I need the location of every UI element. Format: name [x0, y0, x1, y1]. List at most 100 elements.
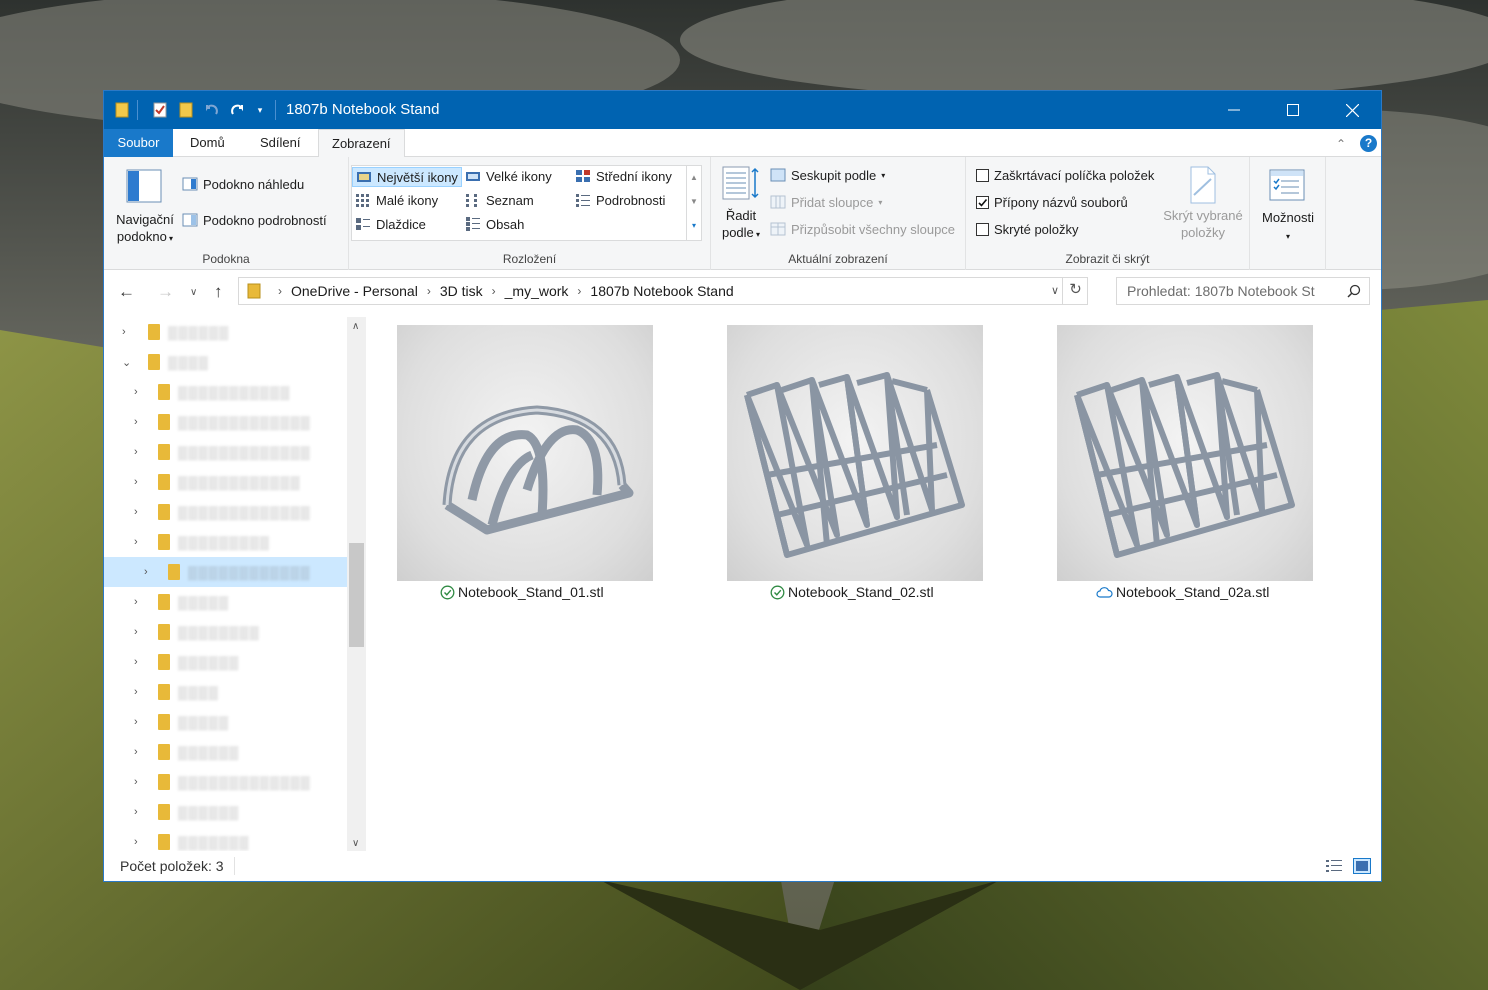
tree-item[interactable]: › ▒▒▒▒▒▒▒▒▒▒▒▒▒	[104, 497, 350, 527]
layout-large-icons[interactable]: Velké ikony	[465, 168, 552, 184]
layout-gallery-scroll[interactable]: ▲ ▼ ▾	[687, 165, 702, 241]
navigation-pane-scrollbar[interactable]: ∧ ∨	[347, 317, 366, 853]
breadcrumb-onedrive[interactable]: OneDrive - Personal	[291, 283, 418, 299]
chevron-right-icon[interactable]: ›	[134, 416, 138, 428]
hidden-items-checkbox[interactable]	[976, 223, 989, 236]
tree-item[interactable]: › ▒▒▒▒▒▒▒▒▒▒▒▒▒	[104, 437, 350, 467]
large-icons-toggle-icon[interactable]	[1353, 858, 1371, 874]
details-view-toggle-icon[interactable]	[1325, 858, 1343, 874]
forward-arrow-icon[interactable]: →	[157, 282, 174, 302]
tree-item[interactable]: ⌄ ▒▒▒▒	[104, 347, 350, 377]
breadcrumb-current-folder[interactable]: 1807b Notebook Stand	[590, 283, 733, 299]
chevron-right-icon[interactable]: ›	[134, 656, 138, 668]
breadcrumb[interactable]: › OneDrive - Personal › 3D tisk › _my_wo…	[238, 277, 1088, 305]
file-extensions-toggle[interactable]: Přípony názvů souborů	[976, 195, 1128, 210]
chevron-right-icon[interactable]: ›	[134, 836, 138, 848]
layout-medium-icons[interactable]: Střední ikony	[575, 168, 672, 184]
chevron-right-icon[interactable]: ›	[134, 686, 138, 698]
tab-share[interactable]: Sdílení	[247, 129, 313, 157]
breadcrumb-3d-tisk[interactable]: 3D tisk	[440, 283, 483, 299]
properties-icon[interactable]	[150, 100, 170, 120]
tree-item[interactable]: › ▒▒▒▒▒▒▒	[104, 827, 350, 853]
chevron-right-icon[interactable]: ›	[134, 536, 138, 548]
tree-item[interactable]: › ▒▒▒▒▒▒	[104, 317, 350, 347]
chevron-right-icon[interactable]: ›	[134, 446, 138, 458]
chevron-right-icon[interactable]: ›	[134, 596, 138, 608]
layout-extra-large-icons[interactable]: Největší ikony	[352, 167, 462, 187]
recent-locations-chevron-icon[interactable]: ∨	[190, 287, 197, 298]
chevron-right-icon[interactable]: ›	[134, 626, 138, 638]
item-checkboxes-toggle[interactable]: Zaškrtávací políčka položek	[976, 168, 1154, 183]
tree-item[interactable]: › ▒▒▒▒▒▒	[104, 797, 350, 827]
hidden-items-toggle[interactable]: Skryté položky	[976, 222, 1079, 237]
tab-view[interactable]: Zobrazení	[318, 129, 405, 158]
file-thumbnail-3[interactable]	[1057, 325, 1313, 581]
file-thumbnail-1[interactable]	[397, 325, 653, 581]
details-pane-button[interactable]: Podokno podrobností	[182, 212, 327, 228]
tree-item[interactable]: › ▒▒▒▒▒▒▒▒▒▒▒▒▒	[104, 407, 350, 437]
search-box[interactable]: Prohledat: 1807b Notebook St	[1116, 277, 1370, 305]
chevron-right-icon[interactable]: ›	[134, 776, 138, 788]
customize-quick-access-icon[interactable]: ▾	[250, 100, 270, 120]
layout-small-icons[interactable]: Malé ikony	[355, 192, 438, 208]
breadcrumb-my-work[interactable]: _my_work	[505, 283, 569, 299]
address-history-chevron-icon[interactable]: ∨	[1051, 284, 1059, 297]
up-arrow-icon[interactable]: ↑	[214, 282, 223, 302]
chevron-right-icon[interactable]: ›	[134, 506, 138, 518]
chevron-right-icon[interactable]: ›	[122, 326, 126, 338]
tree-item[interactable]: › ▒▒▒▒▒▒	[104, 647, 350, 677]
tree-item[interactable]: › ▒▒▒▒▒	[104, 707, 350, 737]
layout-content[interactable]: Obsah	[465, 216, 524, 232]
tab-file[interactable]: Soubor	[104, 129, 173, 157]
hide-selected-icon[interactable]	[1186, 165, 1220, 205]
tree-item[interactable]: › ▒▒▒▒▒▒	[104, 737, 350, 767]
tab-home[interactable]: Domů	[177, 129, 238, 157]
scroll-up-icon[interactable]: ∧	[352, 321, 359, 332]
maximize-button[interactable]	[1264, 91, 1322, 129]
redo-icon[interactable]	[228, 100, 248, 120]
navigation-pane-button[interactable]: Navigační podokno ▾	[108, 211, 182, 247]
tree-item[interactable]: › ▒▒▒▒▒▒▒▒▒▒▒▒▒	[104, 767, 350, 797]
tree-item[interactable]: › ▒▒▒▒	[104, 677, 350, 707]
layout-tiles[interactable]: Dlaždice	[355, 216, 426, 232]
add-columns-button[interactable]: Přidat sloupce ▾	[770, 194, 882, 210]
file-extensions-checkbox[interactable]	[976, 196, 989, 209]
tree-item[interactable]: › ▒▒▒▒▒▒▒▒▒▒▒	[104, 377, 350, 407]
refresh-icon[interactable]: ↻	[1062, 277, 1088, 305]
file-item-1[interactable]: Notebook_Stand_01.stl	[440, 584, 604, 600]
minimize-button[interactable]	[1205, 91, 1263, 129]
group-by-button[interactable]: Seskupit podle ▾	[770, 167, 885, 183]
help-icon[interactable]: ?	[1360, 135, 1377, 152]
chevron-down-icon[interactable]: ⌄	[122, 356, 131, 369]
collapse-ribbon-icon[interactable]: ⌃	[1336, 137, 1346, 151]
layout-list[interactable]: Seznam	[465, 192, 534, 208]
options-button[interactable]: Možnosti ▾	[1250, 209, 1326, 245]
navigation-pane-icon[interactable]	[126, 169, 162, 203]
back-arrow-icon[interactable]: ←	[118, 282, 135, 302]
preview-pane-button[interactable]: Podokno náhledu	[182, 176, 304, 192]
options-icon[interactable]	[1269, 169, 1305, 201]
chevron-right-icon[interactable]: ›	[134, 716, 138, 728]
undo-icon[interactable]	[201, 100, 221, 120]
sort-by-button[interactable]: Řadit podle ▾	[715, 207, 767, 243]
file-item-3[interactable]: Notebook_Stand_02a.stl	[1096, 584, 1269, 600]
tree-item[interactable]: › ▒▒▒▒▒▒▒▒	[104, 617, 350, 647]
chevron-right-icon[interactable]: ›	[134, 806, 138, 818]
chevron-right-icon[interactable]: ›	[134, 476, 138, 488]
scroll-down-icon[interactable]: ∨	[352, 838, 359, 849]
chevron-right-icon[interactable]: ›	[134, 386, 138, 398]
tree-item-selected[interactable]: › ▒▒▒▒▒▒▒▒▒▒▒▒	[104, 557, 350, 587]
tree-item[interactable]: › ▒▒▒▒▒▒▒▒▒	[104, 527, 350, 557]
sort-by-icon[interactable]	[721, 165, 761, 201]
fit-columns-button[interactable]: Přizpůsobit všechny sloupce	[770, 221, 955, 237]
chevron-right-icon[interactable]: ›	[144, 566, 148, 578]
tree-item[interactable]: › ▒▒▒▒▒▒▒▒▒▒▒▒	[104, 467, 350, 497]
hide-selected-button[interactable]: Skrýt vybrané položky	[1158, 207, 1248, 241]
new-folder-icon[interactable]	[176, 100, 196, 120]
file-item-2[interactable]: Notebook_Stand_02.stl	[770, 584, 934, 600]
item-checkboxes-checkbox[interactable]	[976, 169, 989, 182]
chevron-right-icon[interactable]: ›	[134, 746, 138, 758]
file-thumbnail-2[interactable]	[727, 325, 983, 581]
layout-details[interactable]: Podrobnosti	[575, 192, 665, 208]
tree-item[interactable]: › ▒▒▒▒▒	[104, 587, 350, 617]
